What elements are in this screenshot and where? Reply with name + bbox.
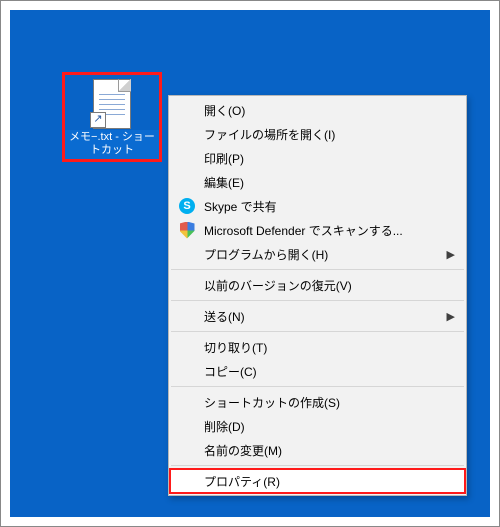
text-file-icon: ↗: [90, 79, 134, 126]
context-menu-item[interactable]: 印刷(P): [170, 146, 465, 170]
desktop-shortcut-icon[interactable]: ↗ メモ−.txt - ショートカット: [62, 72, 162, 162]
context-menu-item[interactable]: 送る(N) ▶: [170, 304, 465, 328]
context-menu-item-label: 開く(O): [204, 102, 245, 119]
context-menu-item-label: ファイルの場所を開く(I): [204, 126, 335, 143]
context-menu-item[interactable]: 削除(D): [170, 414, 465, 438]
context-menu-item[interactable]: 開く(O): [170, 98, 465, 122]
context-menu-item-label: 削除(D): [204, 418, 245, 435]
context-menu-item[interactable]: 切り取り(T): [170, 335, 465, 359]
context-menu-item-label: 以前のバージョンの復元(V): [204, 277, 352, 294]
context-menu-item[interactable]: ショートカットの作成(S): [170, 390, 465, 414]
context-menu-item-label: 印刷(P): [204, 150, 244, 167]
skype-icon: [178, 197, 196, 215]
context-menu-item[interactable]: Skype で共有: [170, 194, 465, 218]
context-menu-item[interactable]: コピー(C): [170, 359, 465, 383]
context-menu-item[interactable]: 編集(E): [170, 170, 465, 194]
context-menu-item[interactable]: プログラムから開く(H) ▶: [170, 242, 465, 266]
context-menu-item[interactable]: ファイルの場所を開く(I): [170, 122, 465, 146]
context-menu-item[interactable]: プロパティ(R): [170, 469, 465, 493]
context-menu-separator: [171, 269, 464, 270]
context-menu-item-label: Microsoft Defender でスキャンする...: [204, 222, 403, 239]
desktop-icon-label: メモ−.txt - ショートカット: [65, 130, 159, 160]
defender-shield-icon: [178, 221, 196, 239]
context-menu-item-label: 送る(N): [204, 308, 245, 325]
context-menu-item[interactable]: 以前のバージョンの復元(V): [170, 273, 465, 297]
context-menu-separator: [171, 300, 464, 301]
context-menu-separator: [171, 386, 464, 387]
context-menu: 開く(O) ファイルの場所を開く(I) 印刷(P) 編集(E) Skype で共有 Mic…: [168, 95, 467, 496]
context-menu-item[interactable]: 名前の変更(M): [170, 438, 465, 462]
context-menu-item-label: Skype で共有: [204, 198, 277, 215]
context-menu-item-label: コピー(C): [204, 363, 257, 380]
context-menu-item-label: 名前の変更(M): [204, 442, 282, 459]
submenu-arrow-icon: ▶: [447, 248, 455, 261]
context-menu-item-label: プロパティ(R): [204, 473, 280, 490]
context-menu-item-label: ショートカットの作成(S): [204, 394, 340, 411]
desktop[interactable]: ↗ メモ−.txt - ショートカット 開く(O) ファイルの場所を開く(I) 印刷…: [10, 10, 490, 517]
context-menu-item-label: 編集(E): [204, 174, 244, 191]
context-menu-item-label: 切り取り(T): [204, 339, 267, 356]
submenu-arrow-icon: ▶: [447, 310, 455, 323]
context-menu-separator: [171, 331, 464, 332]
context-menu-separator: [171, 465, 464, 466]
context-menu-item-label: プログラムから開く(H): [204, 246, 328, 263]
context-menu-item[interactable]: Microsoft Defender でスキャンする...: [170, 218, 465, 242]
